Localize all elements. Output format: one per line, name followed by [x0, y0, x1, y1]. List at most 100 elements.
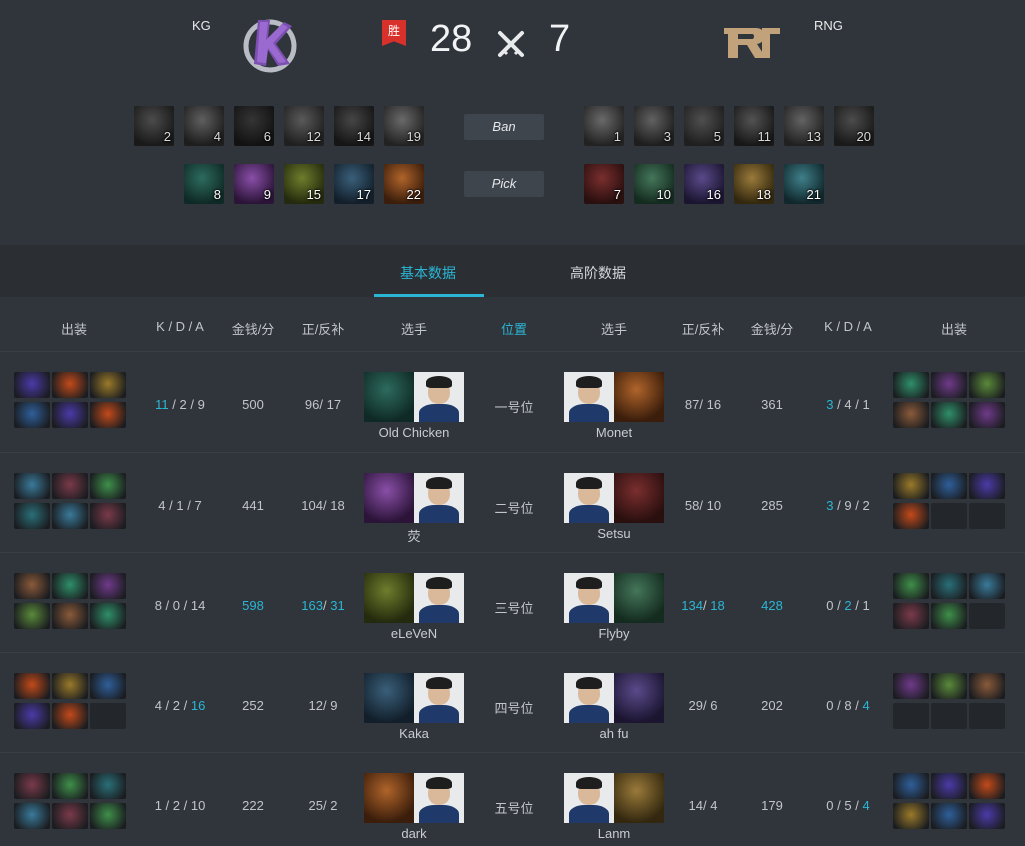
item-icon[interactable] [931, 773, 967, 799]
right-pick-hero[interactable]: 18 [734, 164, 774, 204]
left-ban-hero[interactable]: 6 [234, 106, 274, 146]
left-ban-hero[interactable]: 2 [134, 106, 174, 146]
left-ban-hero[interactable]: 4 [184, 106, 224, 146]
left-pick-hero[interactable]: 22 [384, 164, 424, 204]
item-icon[interactable] [90, 773, 126, 799]
item-icon[interactable] [14, 703, 50, 729]
item-icon[interactable] [14, 773, 50, 799]
item-icon[interactable] [893, 803, 929, 829]
item-icon[interactable] [14, 372, 50, 398]
left-player-card[interactable] [364, 673, 464, 723]
right-pick-hero[interactable]: 7 [584, 164, 624, 204]
left-ban-hero[interactable]: 12 [284, 106, 324, 146]
item-icon[interactable] [893, 503, 929, 529]
item-icon[interactable] [893, 603, 929, 629]
item-icon[interactable] [969, 402, 1005, 428]
left-player-name: eLeVeN [390, 626, 438, 641]
item-icon[interactable] [893, 773, 929, 799]
right-ban-hero[interactable]: 5 [684, 106, 724, 146]
left-pick-hero[interactable]: 9 [234, 164, 274, 204]
item-icon[interactable] [969, 372, 1005, 398]
item-icon[interactable] [52, 372, 88, 398]
item-icon[interactable] [893, 673, 929, 699]
right-ban-hero[interactable]: 11 [734, 106, 774, 146]
empty-item-slot[interactable] [969, 503, 1005, 529]
header-position[interactable]: 位置 [490, 319, 538, 338]
tab-advanced-stats[interactable]: 高阶数据 [570, 263, 626, 283]
item-icon[interactable] [931, 473, 967, 499]
item-icon[interactable] [90, 673, 126, 699]
item-icon[interactable] [893, 473, 929, 499]
item-icon[interactable] [52, 402, 88, 428]
item-icon[interactable] [969, 573, 1005, 599]
left-pick-hero[interactable]: 17 [334, 164, 374, 204]
right-pick-hero[interactable]: 21 [784, 164, 824, 204]
left-ban-hero[interactable]: 14 [334, 106, 374, 146]
item-icon[interactable] [14, 473, 50, 499]
item-icon[interactable] [90, 573, 126, 599]
left-player-card[interactable] [364, 473, 464, 523]
empty-item-slot[interactable] [931, 503, 967, 529]
empty-item-slot[interactable] [969, 603, 1005, 629]
right-player-card[interactable] [564, 773, 664, 823]
right-ban-hero[interactable]: 3 [634, 106, 674, 146]
item-icon[interactable] [14, 803, 50, 829]
item-icon[interactable] [52, 573, 88, 599]
item-icon[interactable] [931, 673, 967, 699]
item-icon[interactable] [90, 603, 126, 629]
left-player-card[interactable] [364, 372, 464, 422]
item-icon[interactable] [52, 503, 88, 529]
left-cs: 96/ 17 [293, 397, 353, 412]
empty-item-slot[interactable] [969, 703, 1005, 729]
tab-basic-stats[interactable]: 基本数据 [400, 263, 456, 283]
right-player-card[interactable] [564, 473, 664, 523]
item-icon[interactable] [893, 402, 929, 428]
item-icon[interactable] [969, 803, 1005, 829]
right-player-card[interactable] [564, 673, 664, 723]
left-gpm: 222 [242, 798, 264, 813]
item-icon[interactable] [52, 803, 88, 829]
item-icon[interactable] [52, 473, 88, 499]
item-icon[interactable] [893, 372, 929, 398]
item-icon[interactable] [14, 402, 50, 428]
item-icon[interactable] [52, 603, 88, 629]
right-player-card[interactable] [564, 372, 664, 422]
item-icon[interactable] [52, 703, 88, 729]
item-icon[interactable] [969, 473, 1005, 499]
left-player-card[interactable] [364, 773, 464, 823]
right-ban-hero[interactable]: 13 [784, 106, 824, 146]
item-icon[interactable] [14, 503, 50, 529]
empty-item-slot[interactable] [893, 703, 929, 729]
item-icon[interactable] [90, 803, 126, 829]
empty-item-slot[interactable] [931, 703, 967, 729]
right-ban-hero[interactable]: 1 [584, 106, 624, 146]
item-icon[interactable] [893, 573, 929, 599]
separator: / [833, 798, 845, 813]
left-pick-hero[interactable]: 15 [284, 164, 324, 204]
item-icon[interactable] [931, 573, 967, 599]
right-ban-hero[interactable]: 20 [834, 106, 874, 146]
item-icon[interactable] [52, 673, 88, 699]
item-icon[interactable] [14, 673, 50, 699]
item-icon[interactable] [90, 503, 126, 529]
left-player-card[interactable] [364, 573, 464, 623]
item-icon[interactable] [931, 803, 967, 829]
item-icon[interactable] [931, 372, 967, 398]
right-player-card[interactable] [564, 573, 664, 623]
right-pick-hero[interactable]: 10 [634, 164, 674, 204]
item-icon[interactable] [931, 603, 967, 629]
item-icon[interactable] [90, 402, 126, 428]
item-icon[interactable] [931, 402, 967, 428]
empty-item-slot[interactable] [90, 703, 126, 729]
left-ban-hero[interactable]: 19 [384, 106, 424, 146]
item-icon[interactable] [14, 573, 50, 599]
right-pick-hero[interactable]: 16 [684, 164, 724, 204]
item-icon[interactable] [52, 773, 88, 799]
position-label: 一号位 [494, 400, 534, 415]
item-icon[interactable] [969, 673, 1005, 699]
item-icon[interactable] [90, 372, 126, 398]
item-icon[interactable] [969, 773, 1005, 799]
item-icon[interactable] [90, 473, 126, 499]
left-pick-hero[interactable]: 8 [184, 164, 224, 204]
item-icon[interactable] [14, 603, 50, 629]
